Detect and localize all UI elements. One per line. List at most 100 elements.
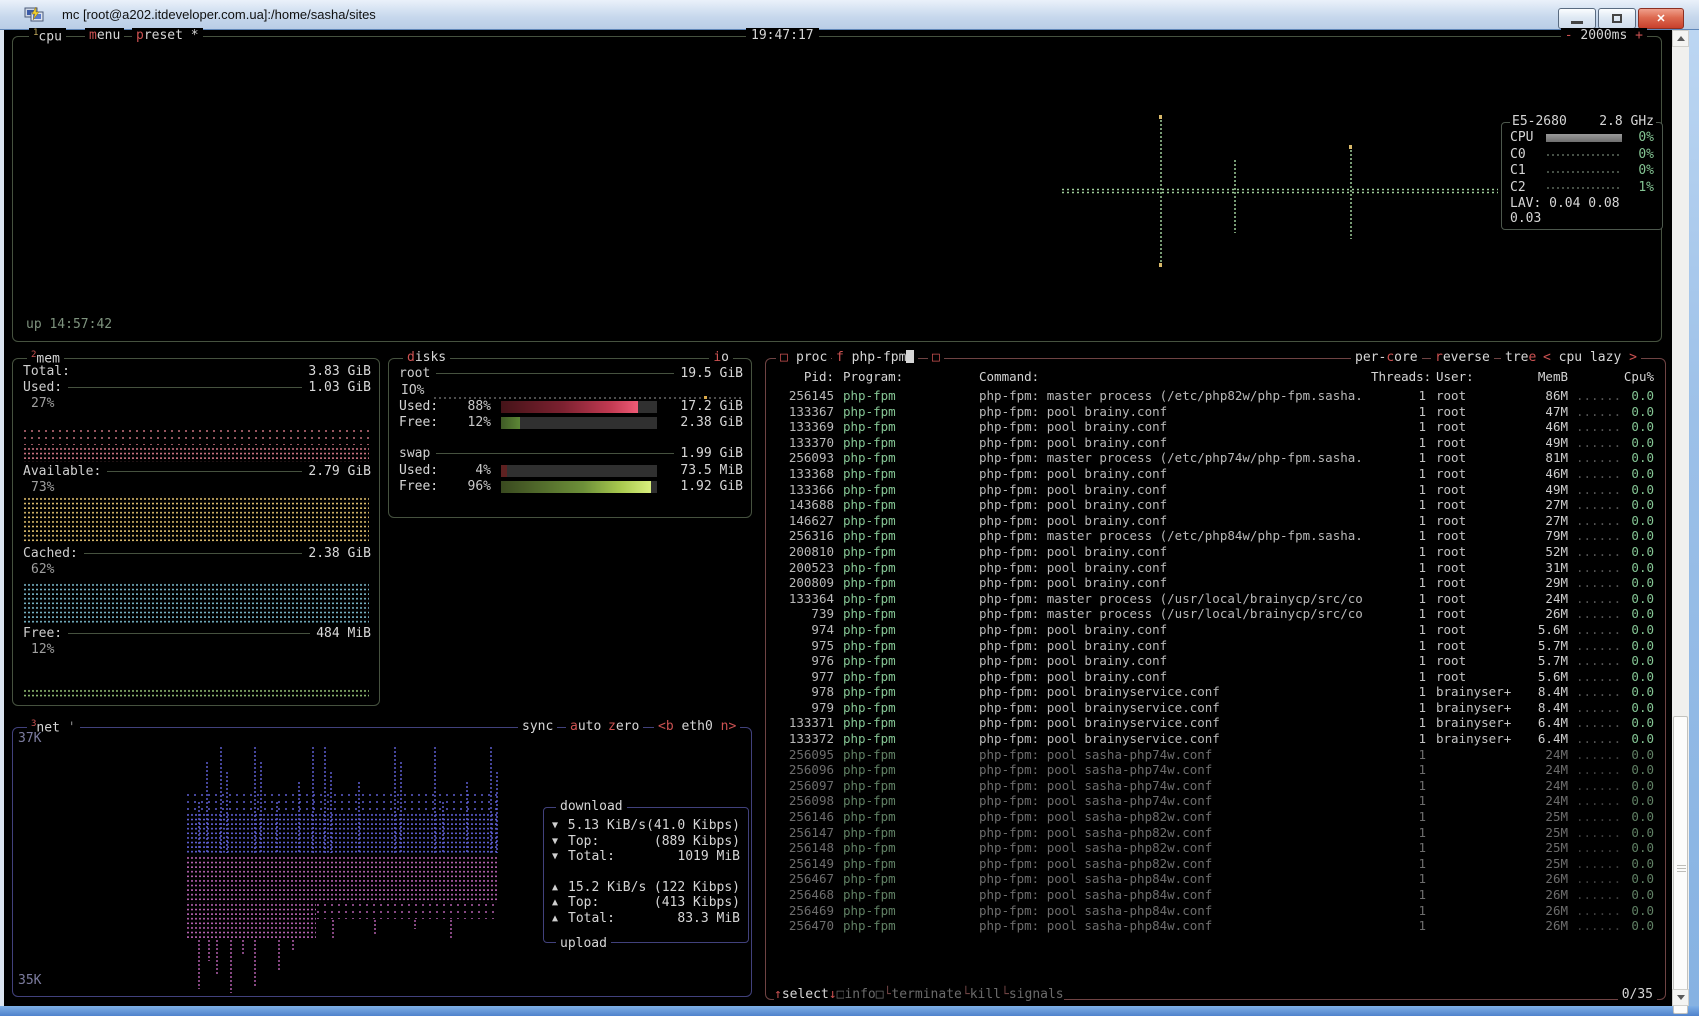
select-up-icon[interactable]: ↑ bbox=[774, 987, 782, 1002]
terminate-action[interactable]: terminate bbox=[891, 987, 961, 1002]
tree-toggle[interactable]: tree bbox=[1501, 350, 1540, 365]
process-pid: 146627 bbox=[774, 513, 834, 529]
menu-button[interactable]: menu bbox=[85, 28, 124, 43]
process-pid: 977 bbox=[774, 669, 834, 685]
process-row[interactable]: 200809 php-fpm php-fpm: pool brainy.conf… bbox=[774, 575, 1661, 591]
close-button[interactable]: ✕ bbox=[1638, 8, 1684, 29]
process-user: root bbox=[1436, 388, 1532, 404]
minimize-button[interactable] bbox=[1558, 8, 1596, 29]
process-table: 256145 php-fpm php-fpm: master process (… bbox=[774, 388, 1661, 934]
reverse-toggle[interactable]: reverse bbox=[1431, 350, 1494, 365]
process-row[interactable]: 976 php-fpm php-fpm: pool brainy.conf 1 … bbox=[774, 653, 1661, 669]
process-filter-input[interactable]: f php-fpm bbox=[832, 350, 918, 365]
download-stat-row: ▼ Top: (889 Kibps) bbox=[552, 834, 740, 850]
process-row[interactable]: 133372 php-fpm php-fpm: pool brainyservi… bbox=[774, 731, 1661, 747]
auto-toggle[interactable]: auto bbox=[566, 719, 605, 734]
io-toggle[interactable]: io bbox=[709, 350, 733, 365]
process-panel-tab[interactable]: proc bbox=[792, 350, 831, 365]
process-history-dots: ....... bbox=[1576, 544, 1620, 560]
col-command[interactable]: Command: bbox=[979, 369, 1371, 385]
zero-toggle[interactable]: zero bbox=[604, 719, 643, 734]
process-row[interactable]: 256469 php-fpm php-fpm: pool sasha-php84… bbox=[774, 903, 1661, 919]
refresh-interval-control[interactable]: - 2000ms + bbox=[1561, 28, 1647, 43]
process-row[interactable]: 975 php-fpm php-fpm: pool brainy.conf 1 … bbox=[774, 638, 1661, 654]
preset-button[interactable]: preset * bbox=[132, 28, 203, 43]
process-history-dots: ....... bbox=[1576, 747, 1620, 763]
upload-arrow-icon: ▲ bbox=[552, 913, 568, 924]
process-row[interactable]: 133369 php-fpm php-fpm: pool brainy.conf… bbox=[774, 419, 1661, 435]
col-program[interactable]: Program: bbox=[843, 369, 969, 385]
process-row[interactable]: 256093 php-fpm php-fpm: master process (… bbox=[774, 450, 1661, 466]
upload-stat-row: ▲ 15.2 KiB/s (122 Kibps) bbox=[552, 880, 740, 896]
process-user: root bbox=[1436, 435, 1532, 451]
signals-action[interactable]: signals bbox=[1009, 987, 1064, 1002]
process-mem: 5.7M bbox=[1532, 653, 1568, 669]
process-row[interactable]: 977 php-fpm php-fpm: pool brainy.conf 1 … bbox=[774, 669, 1661, 685]
process-row[interactable]: 256096 php-fpm php-fpm: pool sasha-php74… bbox=[774, 762, 1661, 778]
process-row[interactable]: 133368 php-fpm php-fpm: pool brainy.conf… bbox=[774, 466, 1661, 482]
disk-used-row: Used: 88% 17.2 GiB bbox=[399, 399, 743, 414]
process-cpu: 0.0 bbox=[1620, 793, 1654, 809]
cpu-panel-tab[interactable]: 1cpu bbox=[29, 28, 66, 44]
process-user: root bbox=[1436, 669, 1532, 685]
process-row[interactable]: 133371 php-fpm php-fpm: pool brainyservi… bbox=[774, 715, 1661, 731]
process-row[interactable]: 256470 php-fpm php-fpm: pool sasha-php84… bbox=[774, 918, 1661, 934]
cpu-core-row: C0 0% bbox=[1502, 147, 1662, 163]
process-row[interactable]: 974 php-fpm php-fpm: pool brainy.conf 1 … bbox=[774, 622, 1661, 638]
process-cpu: 0.0 bbox=[1620, 825, 1654, 841]
process-row[interactable]: 739 php-fpm php-fpm: master process (/us… bbox=[774, 606, 1661, 622]
cpu-core-row: C2 1% bbox=[1502, 180, 1662, 196]
maximize-button[interactable] bbox=[1598, 8, 1636, 29]
scroll-up-button[interactable] bbox=[1672, 30, 1689, 47]
col-mem[interactable]: MemB bbox=[1532, 369, 1568, 385]
process-pid: 256093 bbox=[774, 450, 834, 466]
sort-column-selector[interactable]: < cpu lazy > bbox=[1539, 350, 1641, 365]
process-row[interactable]: 200523 php-fpm php-fpm: pool brainy.conf… bbox=[774, 560, 1661, 576]
process-row[interactable]: 979 php-fpm php-fpm: pool brainyservice.… bbox=[774, 700, 1661, 716]
process-row[interactable]: 200810 php-fpm php-fpm: pool brainy.conf… bbox=[774, 544, 1661, 560]
terminal-scrollbar[interactable] bbox=[1672, 30, 1689, 1006]
process-row[interactable]: 978 php-fpm php-fpm: pool brainyservice.… bbox=[774, 684, 1661, 700]
info-action[interactable]: info bbox=[844, 987, 875, 1002]
process-row[interactable]: 256097 php-fpm php-fpm: pool sasha-php74… bbox=[774, 778, 1661, 794]
select-down-icon[interactable]: ↓ bbox=[829, 987, 837, 1002]
process-row[interactable]: 133370 php-fpm php-fpm: pool brainy.conf… bbox=[774, 435, 1661, 451]
process-row[interactable]: 256316 php-fpm php-fpm: master process (… bbox=[774, 528, 1661, 544]
scrollbar-thumb[interactable] bbox=[1673, 716, 1688, 1014]
process-row[interactable]: 256145 php-fpm php-fpm: master process (… bbox=[774, 388, 1661, 404]
process-row[interactable]: 143688 php-fpm php-fpm: pool brainy.conf… bbox=[774, 497, 1661, 513]
process-command: php-fpm: pool brainyservice.conf bbox=[979, 684, 1371, 700]
disks-panel-tab[interactable]: disks bbox=[403, 350, 450, 365]
process-row[interactable]: 256149 php-fpm php-fpm: pool sasha-php82… bbox=[774, 856, 1661, 872]
process-row[interactable]: 146627 php-fpm php-fpm: pool brainy.conf… bbox=[774, 513, 1661, 529]
select-action[interactable]: select bbox=[782, 987, 829, 1002]
col-pid[interactable]: Pid: bbox=[774, 369, 834, 385]
process-row[interactable]: 256147 php-fpm php-fpm: pool sasha-php82… bbox=[774, 825, 1661, 841]
col-threads[interactable]: Threads: bbox=[1371, 369, 1426, 385]
process-row[interactable]: 133366 php-fpm php-fpm: pool brainy.conf… bbox=[774, 482, 1661, 498]
process-program: php-fpm bbox=[843, 497, 969, 513]
process-threads: 1 bbox=[1371, 887, 1426, 903]
net-axis-min: 35K bbox=[18, 973, 41, 988]
process-row[interactable]: 256467 php-fpm php-fpm: pool sasha-php84… bbox=[774, 871, 1661, 887]
process-row[interactable]: 256468 php-fpm php-fpm: pool sasha-php84… bbox=[774, 887, 1661, 903]
process-row[interactable]: 256095 php-fpm php-fpm: pool sasha-php74… bbox=[774, 747, 1661, 763]
process-row[interactable]: 256146 php-fpm php-fpm: pool sasha-php82… bbox=[774, 809, 1661, 825]
process-row[interactable]: 256098 php-fpm php-fpm: pool sasha-php74… bbox=[774, 793, 1661, 809]
col-cpu[interactable]: Cpu% bbox=[1620, 369, 1654, 385]
network-panel: 3net ' sync auto zero <b eth0 n> 37K 35K bbox=[12, 727, 752, 997]
process-history-dots: ....... bbox=[1576, 856, 1620, 872]
interface-selector[interactable]: <b eth0 n> bbox=[654, 719, 740, 734]
kill-action[interactable]: kill bbox=[970, 987, 1001, 1002]
process-pid: 974 bbox=[774, 622, 834, 638]
col-user[interactable]: User: bbox=[1436, 369, 1532, 385]
process-cpu: 0.0 bbox=[1620, 918, 1654, 934]
per-core-toggle[interactable]: per-core bbox=[1351, 350, 1422, 365]
process-row[interactable]: 133364 php-fpm php-fpm: master process (… bbox=[774, 591, 1661, 607]
process-row[interactable]: 256148 php-fpm php-fpm: pool sasha-php82… bbox=[774, 840, 1661, 856]
process-row[interactable]: 133367 php-fpm php-fpm: pool brainy.conf… bbox=[774, 404, 1661, 420]
scroll-down-button[interactable] bbox=[1672, 989, 1689, 1006]
process-pid: 979 bbox=[774, 700, 834, 716]
title-bar[interactable]: mc [root@a202.itdeveloper.com.ua]:/home/… bbox=[0, 0, 1699, 30]
sync-toggle[interactable]: sync bbox=[518, 719, 557, 734]
